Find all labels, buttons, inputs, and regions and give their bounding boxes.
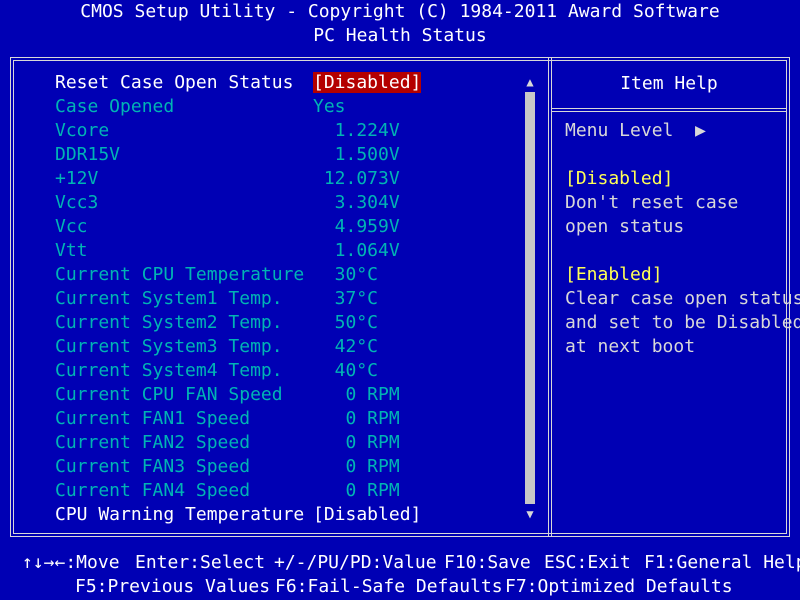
setting-label: Current System1 Temp. [55, 288, 283, 309]
setting-label: Vtt [55, 240, 88, 261]
setting-row: Current System2 Temp. 50°C [55, 311, 525, 335]
setting-row: Current CPU Temperature 30°C [55, 263, 525, 287]
setting-row: Current CPU FAN Speed 0 RPM [55, 383, 525, 407]
menu-level-text: Menu Level ▶ [565, 120, 706, 141]
setting-value: 42°C [313, 336, 379, 357]
setting-label: Current FAN2 Speed [55, 432, 251, 453]
setting-value: 30°C [313, 264, 379, 285]
setting-row: Vtt 1.064V [55, 239, 525, 263]
help-option-enabled: [Enabled] [565, 264, 663, 285]
help-text-line: at next boot [565, 336, 696, 357]
setting-row: Current System1 Temp. 37°C [55, 287, 525, 311]
setting-label: DDR15V [55, 144, 121, 165]
help-text-line: and set to be Disabled [565, 312, 800, 333]
key-save: F10:Save [444, 552, 531, 573]
scrollbar[interactable] [525, 92, 535, 504]
setting-value: 50°C [313, 312, 379, 333]
setting-row: Current System4 Temp. 40°C [55, 359, 525, 383]
setting-value: 12.073V [313, 168, 400, 189]
setting-value: 1.224V [313, 120, 400, 141]
setting-label: Current FAN1 Speed [55, 408, 251, 429]
setting-value: 1.500V [313, 144, 400, 165]
setting-label: Vcc [55, 216, 88, 237]
key-legend: ↑↓→←:Move Enter:Select +/-/PU/PD:Value F… [0, 551, 800, 600]
setting-label: Current FAN4 Speed [55, 480, 251, 501]
setting-label: Current System4 Temp. [55, 360, 283, 381]
setting-row: Vcore 1.224V [55, 119, 525, 143]
setting-option[interactable]: [Disabled] [313, 71, 422, 95]
setting-row: Case Opened Yes [55, 95, 525, 119]
setting-value: 3.304V [313, 192, 400, 213]
setting-label: Current CPU FAN Speed [55, 384, 283, 405]
setting-row: Current FAN4 Speed 0 RPM [55, 479, 525, 503]
setting-value: 40°C [313, 360, 379, 381]
selected-value-highlight[interactable]: [Disabled] [313, 72, 422, 93]
setting-row: Vcc3 3.304V [55, 191, 525, 215]
setting-label: Current CPU Temperature [55, 264, 305, 285]
help-text-line: open status [565, 216, 685, 237]
setting-row: Current System3 Temp. 42°C [55, 335, 525, 359]
setting-row: Current FAN2 Speed 0 RPM [55, 431, 525, 455]
setting-label: CPU Warning Temperature [55, 504, 305, 525]
setting-value: Yes [313, 96, 346, 117]
setting-row: Current FAN3 Speed 0 RPM [55, 455, 525, 479]
help-text-line: Clear case open status [565, 288, 800, 309]
title-bar: CMOS Setup Utility - Copyright (C) 1984-… [0, 0, 800, 48]
setting-label: Vcore [55, 120, 110, 141]
panel-divider [548, 57, 552, 537]
setting-value: 1.064V [313, 240, 400, 261]
item-help-title: Item Help [620, 73, 718, 94]
help-option-disabled: [Disabled] [565, 168, 674, 189]
setting-label: Reset Case Open Status [55, 72, 294, 93]
setting-label: Current System2 Temp. [55, 312, 283, 333]
key-help: F1:General Help [644, 552, 800, 573]
scroll-up-arrow-icon[interactable]: ▲ [522, 72, 538, 92]
setting-row[interactable]: CPU Warning Temperature [Disabled] [55, 503, 525, 527]
key-exit: ESC:Exit [544, 552, 631, 573]
setting-row: +12V 12.073V [55, 167, 525, 191]
page-title: PC Health Status [313, 25, 487, 46]
setting-label: Vcc3 [55, 192, 99, 213]
key-optimized-defaults: F7:Optimized Defaults [505, 576, 733, 597]
key-previous-values: F5:Previous Values [75, 576, 271, 597]
setting-label: Current FAN3 Speed [55, 456, 251, 477]
help-text-line: Don't reset case [565, 192, 739, 213]
key-enter: Enter:Select [135, 552, 266, 573]
setting-label: Case Opened [55, 96, 175, 117]
setting-label: +12V [55, 168, 99, 189]
scroll-down-arrow-icon[interactable]: ▼ [522, 504, 538, 524]
setting-row: DDR15V 1.500V [55, 143, 525, 167]
setting-value: 0 RPM [313, 432, 400, 453]
setting-value: 0 RPM [313, 456, 400, 477]
setting-value: 0 RPM [313, 408, 400, 429]
help-separator [552, 108, 786, 112]
setting-value: 37°C [313, 288, 379, 309]
setting-option[interactable]: [Disabled] [313, 503, 421, 527]
setting-value: 0 RPM [313, 480, 400, 501]
setting-row: Current FAN1 Speed 0 RPM [55, 407, 525, 431]
key-value: +/-/PU/PD:Value [274, 552, 437, 573]
setting-value: 0 RPM [313, 384, 400, 405]
key-failsafe-defaults: F6:Fail-Safe Defaults [275, 576, 503, 597]
key-move: ↑↓→←:Move [22, 552, 120, 573]
setting-row: Vcc 4.959V [55, 215, 525, 239]
setting-value: 4.959V [313, 216, 400, 237]
setting-label: Current System3 Temp. [55, 336, 283, 357]
app-title: CMOS Setup Utility - Copyright (C) 1984-… [80, 1, 720, 22]
setting-row[interactable]: Reset Case Open Status [Disabled] [55, 71, 525, 95]
